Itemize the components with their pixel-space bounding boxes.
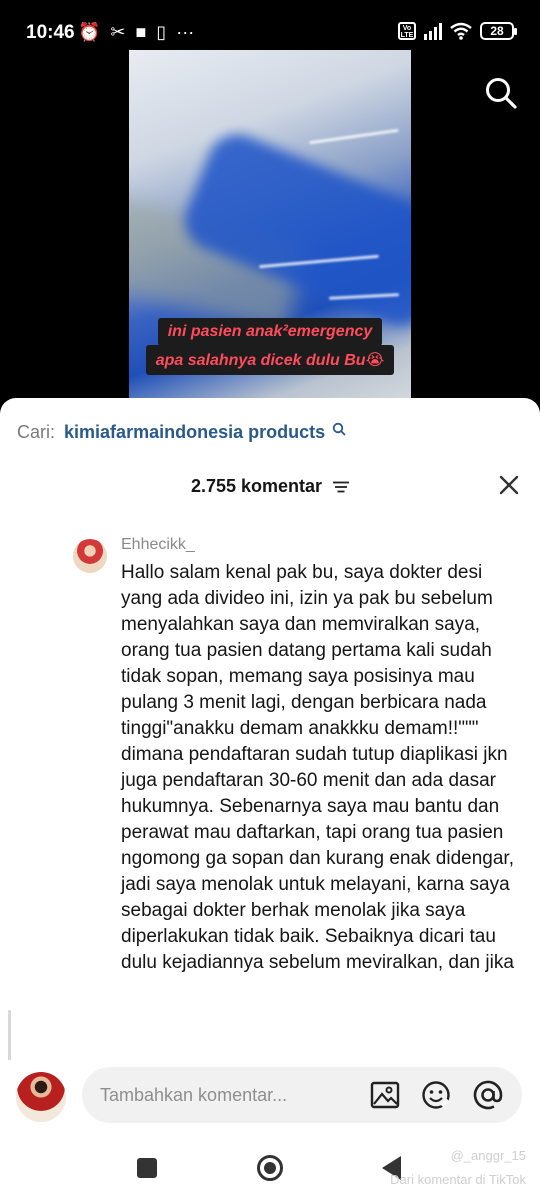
video-caption-line1: ini pasien anak²emergency — [157, 318, 383, 346]
watermark-handle: @_anggr_15 — [450, 1148, 526, 1163]
watermark-source: Dari komentar di TikTok — [390, 1172, 526, 1187]
signal-icon — [424, 22, 442, 40]
user-avatar — [16, 1072, 66, 1122]
status-right-icons: Vo LTE 28 — [398, 22, 517, 40]
comment-input[interactable] — [100, 1067, 340, 1123]
video-caption-line2: apa salahnya dicek dulu Bu😭 — [145, 345, 395, 375]
alarm-icon: ⏰ — [78, 22, 101, 42]
wifi-icon — [450, 22, 472, 40]
vibrate-icon: ▯ — [156, 22, 167, 42]
emoji-icon[interactable] — [420, 1079, 452, 1111]
image-icon[interactable] — [369, 1079, 401, 1111]
comment-count-header: 2.755 komentar — [0, 476, 540, 497]
search-term-link[interactable]: kimiafarmaindonesia products — [64, 422, 325, 442]
comment-count: 2.755 komentar — [190, 476, 323, 496]
system-nav-bar: @_anggr_15 Dari komentar di TikTok — [0, 1136, 540, 1200]
more-dots-icon: ··· — [176, 22, 195, 42]
search-prefix: Cari: — [17, 422, 56, 442]
home-button[interactable] — [257, 1155, 283, 1181]
mention-icon[interactable] — [472, 1079, 504, 1111]
search-icon[interactable] — [484, 76, 518, 110]
sort-filter-icon[interactable] — [333, 481, 350, 493]
search-suggestion[interactable]: Cari: kimiafarmaindonesia products — [17, 422, 346, 443]
status-left-icons: ⏰ ✂ ■ ▯ ··· — [78, 21, 194, 43]
status-time: 10:46 — [26, 22, 75, 43]
comment-text: Hallo salam kenal pak bu, saya dokter de… — [121, 562, 514, 973]
comment-input-bar — [0, 1060, 540, 1136]
battery-icon: 28 — [480, 22, 517, 40]
avatar[interactable] — [73, 539, 107, 573]
video-player[interactable]: ini pasien anak²emergency apa salahnya d… — [129, 50, 411, 402]
close-icon[interactable] — [498, 474, 520, 496]
capcut-icon: ✂ — [110, 22, 126, 42]
recent-apps-button[interactable] — [137, 1158, 157, 1178]
square-icon: ■ — [135, 22, 147, 42]
volte-icon: Vo LTE — [398, 22, 416, 40]
comment-input-container — [82, 1067, 522, 1123]
comment-username[interactable]: Ehhecikk_ — [121, 536, 195, 554]
search-small-icon — [332, 422, 346, 436]
